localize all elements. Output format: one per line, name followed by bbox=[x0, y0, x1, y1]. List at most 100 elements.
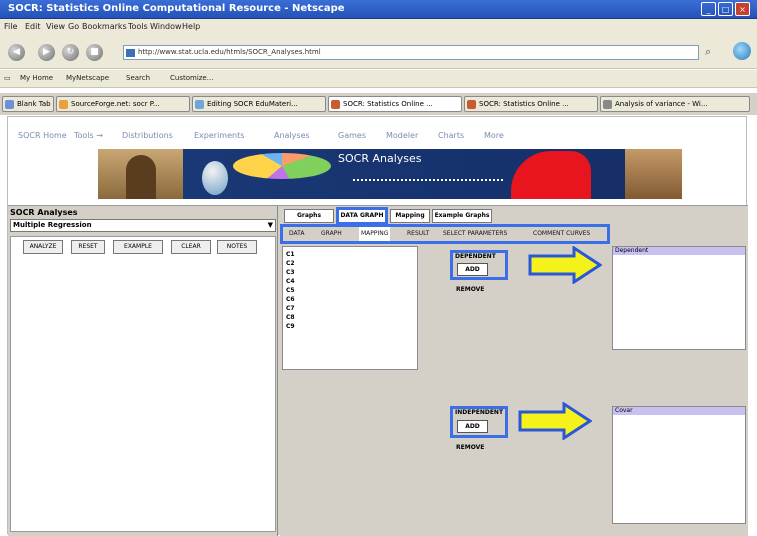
chevron-down-icon[interactable]: ▼ bbox=[268, 220, 273, 231]
example-button[interactable]: EXAMPLE bbox=[113, 240, 163, 254]
tab-favicon-icon bbox=[467, 100, 476, 109]
bookmark-search[interactable]: Search bbox=[126, 74, 150, 82]
left-panel: SOCR Analyses Multiple Regression ▼ ANAL… bbox=[8, 206, 278, 536]
analysis-dropdown[interactable]: Multiple Regression ▼ bbox=[10, 219, 276, 232]
tab-favicon-icon bbox=[331, 100, 340, 109]
menu-file[interactable]: File bbox=[4, 22, 17, 31]
menu-edit[interactable]: Edit bbox=[25, 22, 41, 31]
menu-bar: File Edit View Go Bookmarks Tools Window… bbox=[0, 19, 757, 35]
browser-tab-label: Blank Tab bbox=[17, 100, 51, 108]
list-item[interactable]: C5 bbox=[286, 287, 295, 294]
globe-icon bbox=[733, 42, 751, 60]
list-item[interactable]: C4 bbox=[286, 278, 295, 285]
dependent-title: DEPENDENT bbox=[455, 253, 496, 260]
site-nav-analyses[interactable]: Analyses bbox=[274, 131, 310, 140]
site-nav-modeler[interactable]: Modeler bbox=[386, 131, 418, 140]
menu-bookmarks[interactable]: Bookmarks bbox=[82, 22, 127, 31]
site-nav-tools[interactable]: Tools → bbox=[74, 131, 103, 140]
page-icon bbox=[126, 49, 135, 57]
remove-dependent-button[interactable]: REMOVE bbox=[456, 286, 484, 296]
tab-example-graphs[interactable]: Example Graphs bbox=[432, 209, 492, 223]
browser-tab[interactable]: Editing SOCR EduMateri... bbox=[192, 96, 326, 112]
list-item[interactable]: C7 bbox=[286, 305, 295, 312]
independent-box[interactable]: Covar bbox=[612, 406, 746, 524]
browser-tab-bar: Blank Tab SourceForge.net: socr P... Edi… bbox=[0, 93, 757, 115]
menu-window[interactable]: Window bbox=[150, 22, 182, 31]
browser-tab-label: Analysis of variance - Wi... bbox=[615, 100, 708, 108]
list-item[interactable]: C2 bbox=[286, 260, 295, 267]
subtab-comment-curves[interactable]: COMMENT CURVES bbox=[533, 227, 590, 241]
window-title: SOCR: Statistics Online Computational Re… bbox=[8, 3, 345, 14]
add-independent-button[interactable]: ADD bbox=[457, 420, 488, 433]
tab-favicon-icon bbox=[5, 100, 14, 109]
menu-go[interactable]: Go bbox=[68, 22, 79, 31]
site-nav-more[interactable]: More bbox=[484, 131, 504, 140]
reset-button[interactable]: RESET bbox=[71, 240, 105, 254]
bookmarks-toggle-icon[interactable]: ▭ bbox=[4, 74, 11, 82]
variable-list[interactable]: C1 C2 C3 C4 C5 C6 C7 C8 C9 bbox=[282, 246, 418, 370]
browser-tab-label: Editing SOCR EduMateri... bbox=[207, 100, 298, 108]
subtab-mapping[interactable]: MAPPING bbox=[359, 227, 391, 241]
list-item[interactable]: C6 bbox=[286, 296, 295, 303]
browser-tab-active[interactable]: SOCR: Statistics Online ... bbox=[328, 96, 462, 112]
site-nav-home[interactable]: SOCR Home bbox=[18, 131, 67, 140]
browser-tab-label: SourceForge.net: socr P... bbox=[71, 100, 160, 108]
independent-header: Covar bbox=[613, 407, 745, 415]
pie-graphic bbox=[233, 153, 331, 179]
dependent-header: Dependent bbox=[613, 247, 745, 255]
menu-help[interactable]: Help bbox=[182, 22, 200, 31]
subtab-select-parameters[interactable]: SELECT PARAMETERS bbox=[443, 227, 507, 241]
bookmark-mynetscape[interactable]: MyNetscape bbox=[66, 74, 109, 82]
list-item[interactable]: C9 bbox=[286, 323, 295, 330]
list-item[interactable]: C3 bbox=[286, 269, 295, 276]
tab-graphs[interactable]: Graphs bbox=[284, 209, 334, 223]
site-nav-games[interactable]: Games bbox=[338, 131, 366, 140]
subtab-data[interactable]: DATA bbox=[289, 227, 304, 241]
tab-data-graph[interactable]: DATA GRAPH bbox=[336, 207, 388, 225]
site-nav-experiments[interactable]: Experiments bbox=[194, 131, 244, 140]
arch-photo bbox=[98, 149, 183, 199]
menu-tools[interactable]: Tools bbox=[128, 22, 148, 31]
bookmark-customize[interactable]: Customize... bbox=[170, 74, 213, 82]
socr-applet: SOCR Analyses Multiple Regression ▼ ANAL… bbox=[8, 205, 748, 536]
subtab-graph[interactable]: GRAPH bbox=[321, 227, 342, 241]
search-icon[interactable]: ⌕ bbox=[705, 45, 711, 59]
url-text: http://www.stat.ucla.edu/htmls/SOCR_Anal… bbox=[138, 48, 321, 56]
browser-tab[interactable]: SOCR: Statistics Online ... bbox=[464, 96, 598, 112]
head-graphic bbox=[202, 161, 228, 195]
left-content-area: ANALYZE RESET EXAMPLE CLEAR NOTES bbox=[10, 236, 276, 532]
maximize-button[interactable]: □ bbox=[718, 2, 733, 16]
menu-view[interactable]: View bbox=[46, 22, 65, 31]
back-icon[interactable]: ◀ bbox=[8, 44, 25, 61]
url-field[interactable]: http://www.stat.ucla.edu/htmls/SOCR_Anal… bbox=[123, 45, 699, 60]
analyze-button[interactable]: ANALYZE bbox=[23, 240, 63, 254]
browser-tab-label: SOCR: Statistics Online ... bbox=[479, 100, 569, 108]
analysis-dropdown-value: Multiple Regression bbox=[13, 221, 92, 229]
right-arrow-icon bbox=[528, 246, 602, 284]
tower-photo bbox=[625, 149, 682, 199]
notes-button[interactable]: NOTES bbox=[217, 240, 257, 254]
site-nav-charts[interactable]: Charts bbox=[438, 131, 464, 140]
browser-tab[interactable]: Blank Tab bbox=[2, 96, 54, 112]
subtab-bar: DATA GRAPH MAPPING RESULT SELECT PARAMET… bbox=[280, 224, 610, 244]
clear-button[interactable]: CLEAR bbox=[171, 240, 211, 254]
browser-tab[interactable]: SourceForge.net: socr P... bbox=[56, 96, 190, 112]
dependent-box[interactable]: Dependent bbox=[612, 246, 746, 350]
list-item[interactable]: C1 bbox=[286, 251, 295, 258]
remove-independent-button[interactable]: REMOVE bbox=[456, 444, 484, 454]
site-nav-distributions[interactable]: Distributions bbox=[122, 131, 173, 140]
bookmark-home[interactable]: My Home bbox=[20, 74, 53, 82]
minimize-button[interactable]: _ bbox=[701, 2, 716, 16]
scatter-graphic bbox=[353, 179, 503, 181]
reload-icon[interactable]: ↻ bbox=[62, 44, 79, 61]
forward-icon[interactable]: ▶ bbox=[38, 44, 55, 61]
banner-title: SOCR Analyses bbox=[338, 152, 422, 165]
tab-mapping[interactable]: Mapping bbox=[390, 209, 430, 223]
add-dependent-button[interactable]: ADD bbox=[457, 263, 488, 276]
close-button[interactable]: × bbox=[735, 2, 750, 16]
subtab-result[interactable]: RESULT bbox=[407, 227, 429, 241]
stop-icon[interactable]: ■ bbox=[86, 44, 103, 61]
socr-banner: SOCR Analyses bbox=[98, 149, 682, 199]
browser-tab[interactable]: Analysis of variance - Wi... bbox=[600, 96, 750, 112]
list-item[interactable]: C8 bbox=[286, 314, 295, 321]
